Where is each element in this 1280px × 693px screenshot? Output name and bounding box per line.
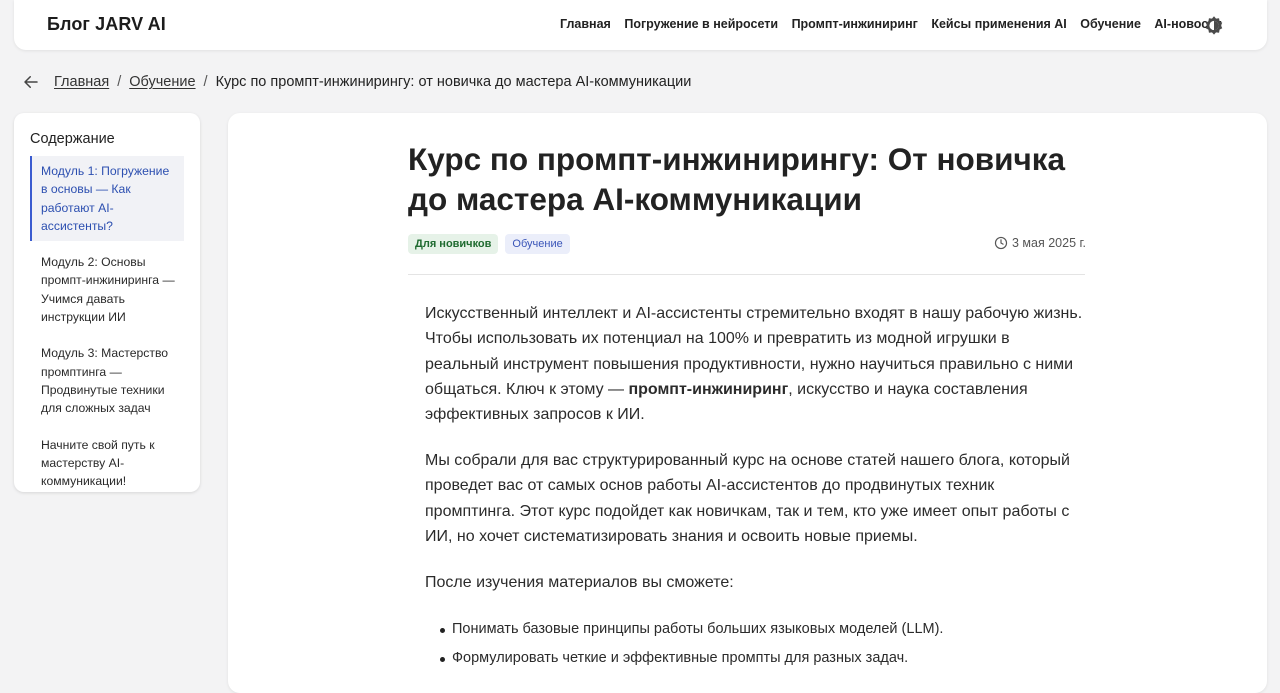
nav-link-prompt-engineering[interactable]: Промпт-инжиниринг xyxy=(792,17,918,31)
tag-learning[interactable]: Обучение xyxy=(505,234,570,254)
toc-item-start-path[interactable]: Начните свой путь к мастерству AI-коммун… xyxy=(30,430,184,497)
divider xyxy=(408,274,1085,275)
breadcrumb-separator: / xyxy=(203,74,208,90)
article-tags: Для новичков Обучение xyxy=(408,234,570,254)
clock-icon xyxy=(994,236,1008,250)
breadcrumb-current: Курс по промпт-инжинирингу: от новичка д… xyxy=(215,74,692,90)
tag-beginners[interactable]: Для новичков xyxy=(408,234,499,254)
toc-item-module-2[interactable]: Модуль 2: Основы промпт-инжиниринга — Уч… xyxy=(30,247,184,332)
breadcrumb: Главная / Обучение / Курс по промпт-инжи… xyxy=(22,72,691,92)
paragraph-course: Мы собрали для вас структурированный кур… xyxy=(425,451,1070,545)
article-date: 3 мая 2025 г. xyxy=(994,236,1086,250)
nav-link-neural-nets[interactable]: Погружение в нейросети xyxy=(624,17,778,31)
nav-link-ai-cases[interactable]: Кейсы применения AI xyxy=(931,17,1066,31)
nav-link-home[interactable]: Главная xyxy=(560,17,611,31)
outcomes-list: Понимать базовые принципы работы больших… xyxy=(425,615,1085,673)
list-item: Формулировать четкие и эффективные промп… xyxy=(425,644,1085,673)
toc-item-module-1[interactable]: Модуль 1: Погружение в основы — Как рабо… xyxy=(30,156,184,242)
breadcrumb-learning[interactable]: Обучение xyxy=(129,74,195,90)
table-of-contents: Содержание Модуль 1: Погружение в основы… xyxy=(14,113,200,492)
paragraph-outcomes-lead: После изучения материалов вы сможете: xyxy=(425,573,734,591)
brand-logo-text[interactable]: Блог JARV AI xyxy=(47,14,166,35)
article-date-text: 3 мая 2025 г. xyxy=(1012,236,1086,250)
top-navbar: Блог JARV AI Главная Погружение в нейрос… xyxy=(14,0,1267,50)
list-item: Понимать базовые принципы работы больших… xyxy=(425,615,1085,644)
highlight-prompt-engineering: промпт-инжиниринг xyxy=(628,380,789,398)
toc-item-module-3[interactable]: Модуль 3: Мастерство промптинга — Продви… xyxy=(30,338,184,423)
nav-link-learning[interactable]: Обучение xyxy=(1080,17,1141,31)
theme-toggle-icon[interactable] xyxy=(1203,14,1225,36)
article-title: Курс по промпт-инжинирингу: От новичка д… xyxy=(408,141,1066,217)
article-body: Искусственный интеллект и AI-ассистенты … xyxy=(425,301,1085,673)
main-nav: Главная Погружение в нейросети Промпт-ин… xyxy=(560,17,1236,31)
article-card: Курс по промпт-инжинирингу: От новичка д… xyxy=(228,113,1267,693)
breadcrumb-home[interactable]: Главная xyxy=(54,74,109,90)
breadcrumb-separator: / xyxy=(117,74,122,90)
toc-title: Содержание xyxy=(30,131,115,147)
arrow-left-icon[interactable] xyxy=(22,73,40,91)
paragraph-intro: Искусственный интеллект и AI-ассистенты … xyxy=(425,301,1085,427)
